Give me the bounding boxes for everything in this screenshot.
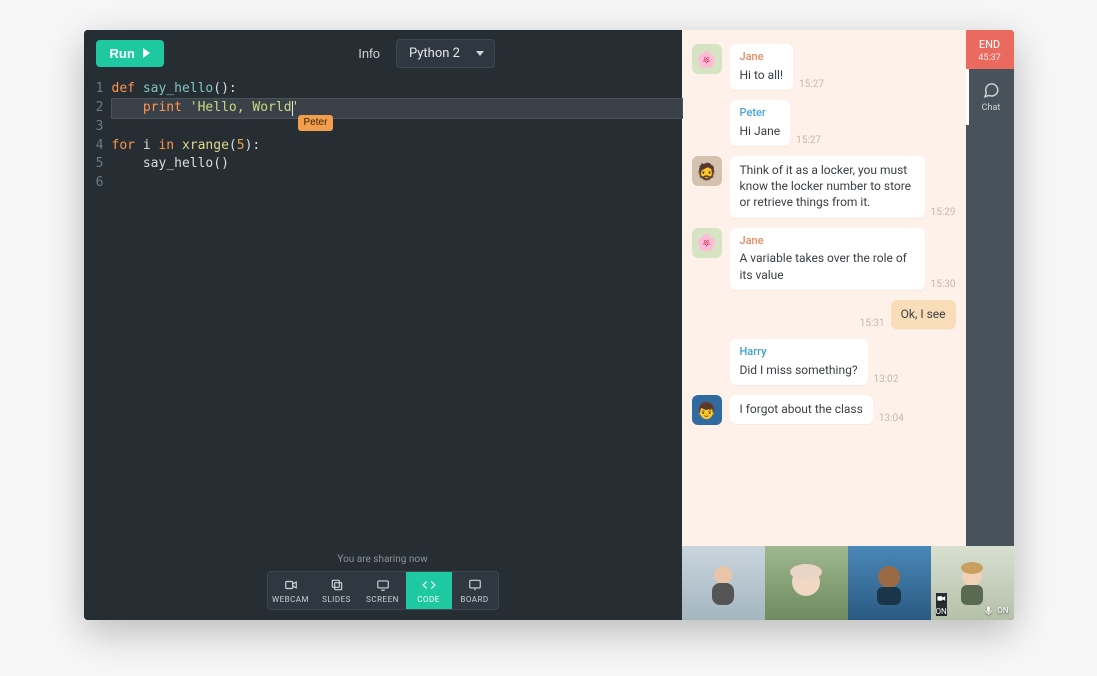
chevron-down-icon — [476, 51, 484, 56]
webcam-tile-self[interactable]: ON ON — [931, 546, 1014, 620]
code-body: def say_hello(): print 'Hello, World' Pe… — [112, 80, 682, 620]
chat-bubble: Ok, I see — [891, 300, 956, 329]
share-bar: You are sharing now WEBCAM SLIDES SCREEN… — [267, 554, 499, 610]
slides-icon — [329, 578, 345, 592]
webcam-tile[interactable] — [682, 546, 765, 620]
message-text: I forgot about the class — [740, 402, 863, 416]
message-group-self: Ok, I see 15:31 — [692, 300, 956, 329]
author-label: Jane — [740, 50, 784, 65]
webcam-tile[interactable] — [765, 546, 848, 620]
avatar: 🌸 — [692, 228, 722, 258]
message-group: Harry Did I miss something? 13:02 — [692, 339, 956, 385]
rail-tab-label: Chat — [982, 103, 1001, 113]
editor-topbar: Run Info Python 2 — [84, 30, 682, 76]
message-group: 🧔 Think of it as a locker, you must know… — [692, 156, 956, 218]
share-slides[interactable]: SLIDES — [314, 572, 360, 609]
language-value: Python 2 — [409, 46, 460, 61]
message-text: Hi Jane — [740, 124, 781, 138]
timestamp: 15:31 — [860, 318, 885, 329]
code-editor[interactable]: 123456 def say_hello(): print 'Hello, Wo… — [84, 76, 682, 620]
timestamp: 15:27 — [796, 135, 821, 146]
webcam-feed — [848, 546, 931, 620]
timestamp: 13:04 — [879, 413, 904, 424]
message-group: Peter Hi Jane 15:27 — [692, 100, 956, 146]
end-session-button[interactable]: END 45:37 — [966, 30, 1014, 69]
right-rail: END 45:37 Chat — [966, 30, 1014, 620]
run-button[interactable]: Run — [96, 40, 164, 67]
author-label: Jane — [740, 234, 915, 249]
line-gutter: 123456 — [84, 80, 112, 620]
person-icon — [952, 561, 992, 605]
author-label: Harry — [740, 345, 858, 360]
timestamp: 15:27 — [799, 79, 824, 90]
session-timer: 45:37 — [966, 53, 1014, 63]
message-group: 🌸 Jane Hi to all! 15:27 — [692, 44, 956, 90]
chat-bubble: I forgot about the class — [730, 395, 873, 424]
share-label: You are sharing now — [267, 554, 499, 565]
message-text: A variable takes over the role of its va… — [740, 251, 907, 281]
person-icon — [703, 561, 743, 605]
app-window: Run Info Python 2 123456 def say_hello()… — [84, 30, 1014, 620]
chat-bubble: Jane A variable takes over the role of i… — [730, 228, 925, 290]
share-screen[interactable]: SCREEN — [360, 572, 406, 609]
info-button[interactable]: Info — [348, 40, 390, 67]
chat-bubble: Peter Hi Jane — [730, 100, 791, 146]
chat-icon — [982, 81, 1000, 99]
cam-toggle-mic[interactable]: ON — [983, 605, 1008, 616]
webcam-feed — [682, 546, 765, 620]
share-webcam[interactable]: WEBCAM — [268, 572, 314, 609]
chat-panel: 🌸 Jane Hi to all! 15:27 — [682, 30, 966, 620]
language-select[interactable]: Python 2 — [396, 39, 495, 68]
chat-bubble: Jane Hi to all! — [730, 44, 794, 90]
run-label: Run — [110, 46, 135, 61]
message-group: 🌸 Jane A variable takes over the role of… — [692, 228, 956, 290]
webcam-tile[interactable] — [848, 546, 931, 620]
share-tools: WEBCAM SLIDES SCREEN CODE BOARD — [267, 571, 499, 610]
screen-icon — [375, 578, 391, 592]
webcam-icon — [283, 578, 299, 592]
text-caret — [292, 101, 293, 116]
message-text: Did I miss something? — [740, 363, 858, 377]
message-group: 👦 I forgot about the class 13:04 — [692, 395, 956, 425]
mic-icon — [983, 605, 994, 616]
code-icon — [421, 578, 437, 592]
timestamp: 15:30 — [931, 279, 956, 290]
person-icon — [869, 561, 909, 605]
timestamp: 15:29 — [931, 207, 956, 218]
message-text: Think of it as a locker, you must know t… — [740, 163, 912, 209]
rail-tab-chat[interactable]: Chat — [966, 69, 1014, 125]
chat-bubble: Think of it as a locker, you must know t… — [730, 156, 925, 218]
chat-bubble: Harry Did I miss something? — [730, 339, 868, 385]
person-icon — [785, 562, 827, 604]
avatar: 🧔 — [692, 156, 722, 186]
share-code[interactable]: CODE — [406, 572, 452, 609]
share-board[interactable]: BOARD — [452, 572, 498, 609]
end-label: END — [966, 38, 1014, 51]
board-icon — [467, 578, 483, 592]
author-label: Peter — [740, 106, 781, 121]
webcam-feed — [765, 546, 848, 620]
editor-center-controls: Info Python 2 — [348, 39, 495, 68]
cam-toggle-video[interactable]: ON — [936, 593, 947, 616]
message-list[interactable]: 🌸 Jane Hi to all! 15:27 — [682, 30, 966, 576]
play-icon — [143, 48, 150, 58]
avatar: 👦 — [692, 395, 722, 425]
timestamp: 13:02 — [874, 374, 899, 385]
video-icon — [936, 593, 947, 604]
editor-pane: Run Info Python 2 123456 def say_hello()… — [84, 30, 682, 620]
message-text: Ok, I see — [901, 307, 946, 321]
webcam-strip: ON ON — [682, 546, 1014, 620]
message-text: Hi to all! — [740, 68, 784, 82]
avatar: 🌸 — [692, 44, 722, 74]
